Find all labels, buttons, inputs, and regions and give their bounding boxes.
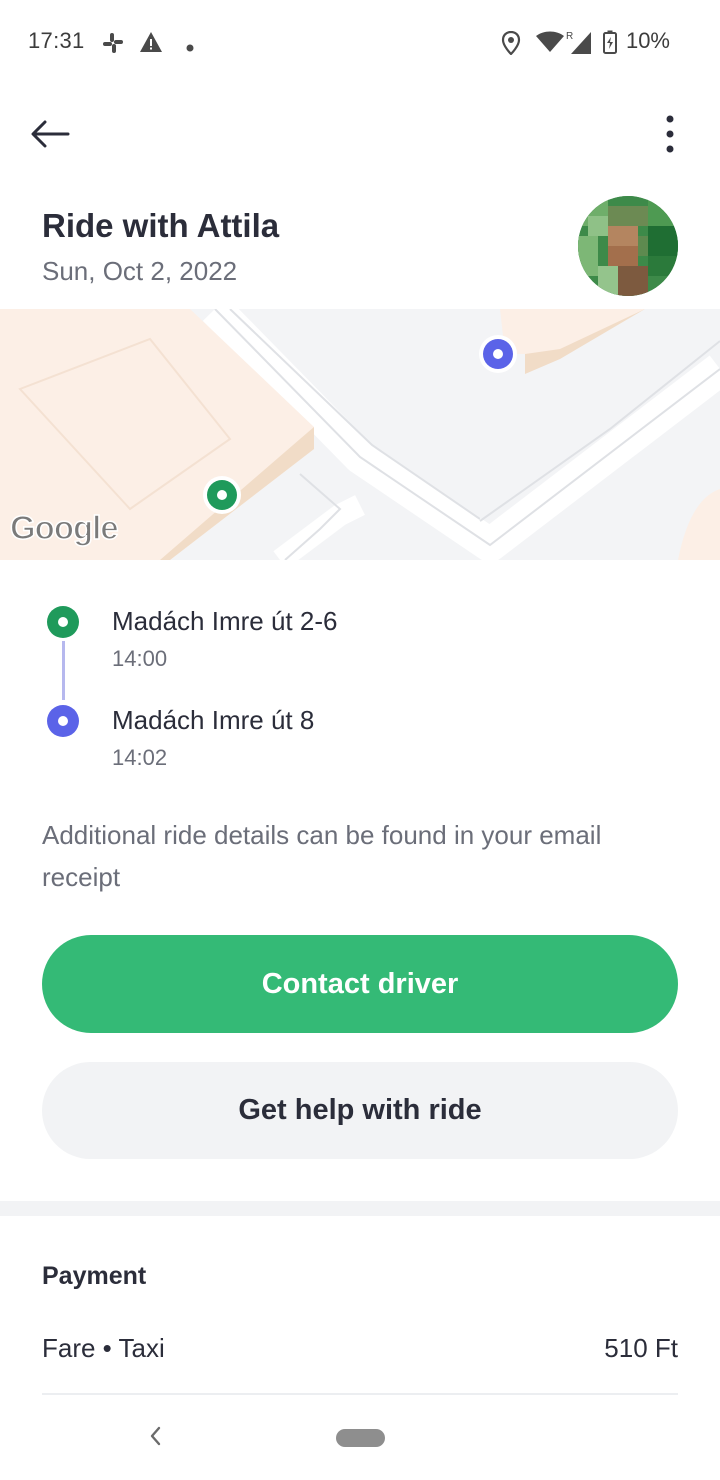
slack-icon <box>101 31 125 60</box>
status-time: 17:31 <box>28 28 85 53</box>
dot-icon <box>186 39 194 57</box>
location-icon <box>501 30 521 60</box>
pickup-dot <box>47 606 79 638</box>
section-divider <box>0 1201 720 1216</box>
chevron-left-icon <box>148 1425 162 1452</box>
dropoff-dot <box>47 705 79 737</box>
route-line <box>62 641 65 700</box>
svg-text:R: R <box>566 31 573 42</box>
more-options-button[interactable] <box>648 110 692 162</box>
ride-map[interactable]: Google <box>0 309 720 560</box>
driver-avatar[interactable] <box>578 196 678 296</box>
pickup-time: 14:00 <box>112 646 168 671</box>
dropoff-address: Madách Imre út 8 <box>112 705 315 735</box>
page-title: Ride with Attila <box>42 207 280 244</box>
fare-value: 510 Ft <box>604 1333 678 1363</box>
details-note: Additional ride details can be found in … <box>42 820 602 892</box>
nav-home-pill[interactable] <box>336 1429 385 1447</box>
dropoff-time: 14:02 <box>112 745 168 770</box>
nav-back-button[interactable] <box>140 1422 170 1454</box>
ride-date: Sun, Oct 2, 2022 <box>42 256 238 286</box>
contact-driver-button[interactable]: Contact driver <box>42 935 678 1033</box>
signal-icon: R <box>565 29 593 60</box>
fare-label: Fare • Taxi <box>42 1333 165 1363</box>
google-attribution: Google <box>9 508 119 547</box>
payment-divider <box>42 1393 678 1395</box>
arrow-left-icon <box>30 119 70 154</box>
battery-charging-icon <box>603 30 617 59</box>
pickup-address: Madách Imre út 2-6 <box>112 606 338 636</box>
payment-title: Payment <box>42 1262 147 1290</box>
wifi-icon <box>535 31 565 58</box>
get-help-button[interactable]: Get help with ride <box>42 1062 678 1159</box>
warning-icon <box>139 31 163 58</box>
status-bar: 17:31 R 10% <box>0 0 720 86</box>
battery-percentage: 10% <box>625 28 670 53</box>
back-button[interactable] <box>26 112 74 160</box>
more-vertical-icon <box>665 114 675 159</box>
